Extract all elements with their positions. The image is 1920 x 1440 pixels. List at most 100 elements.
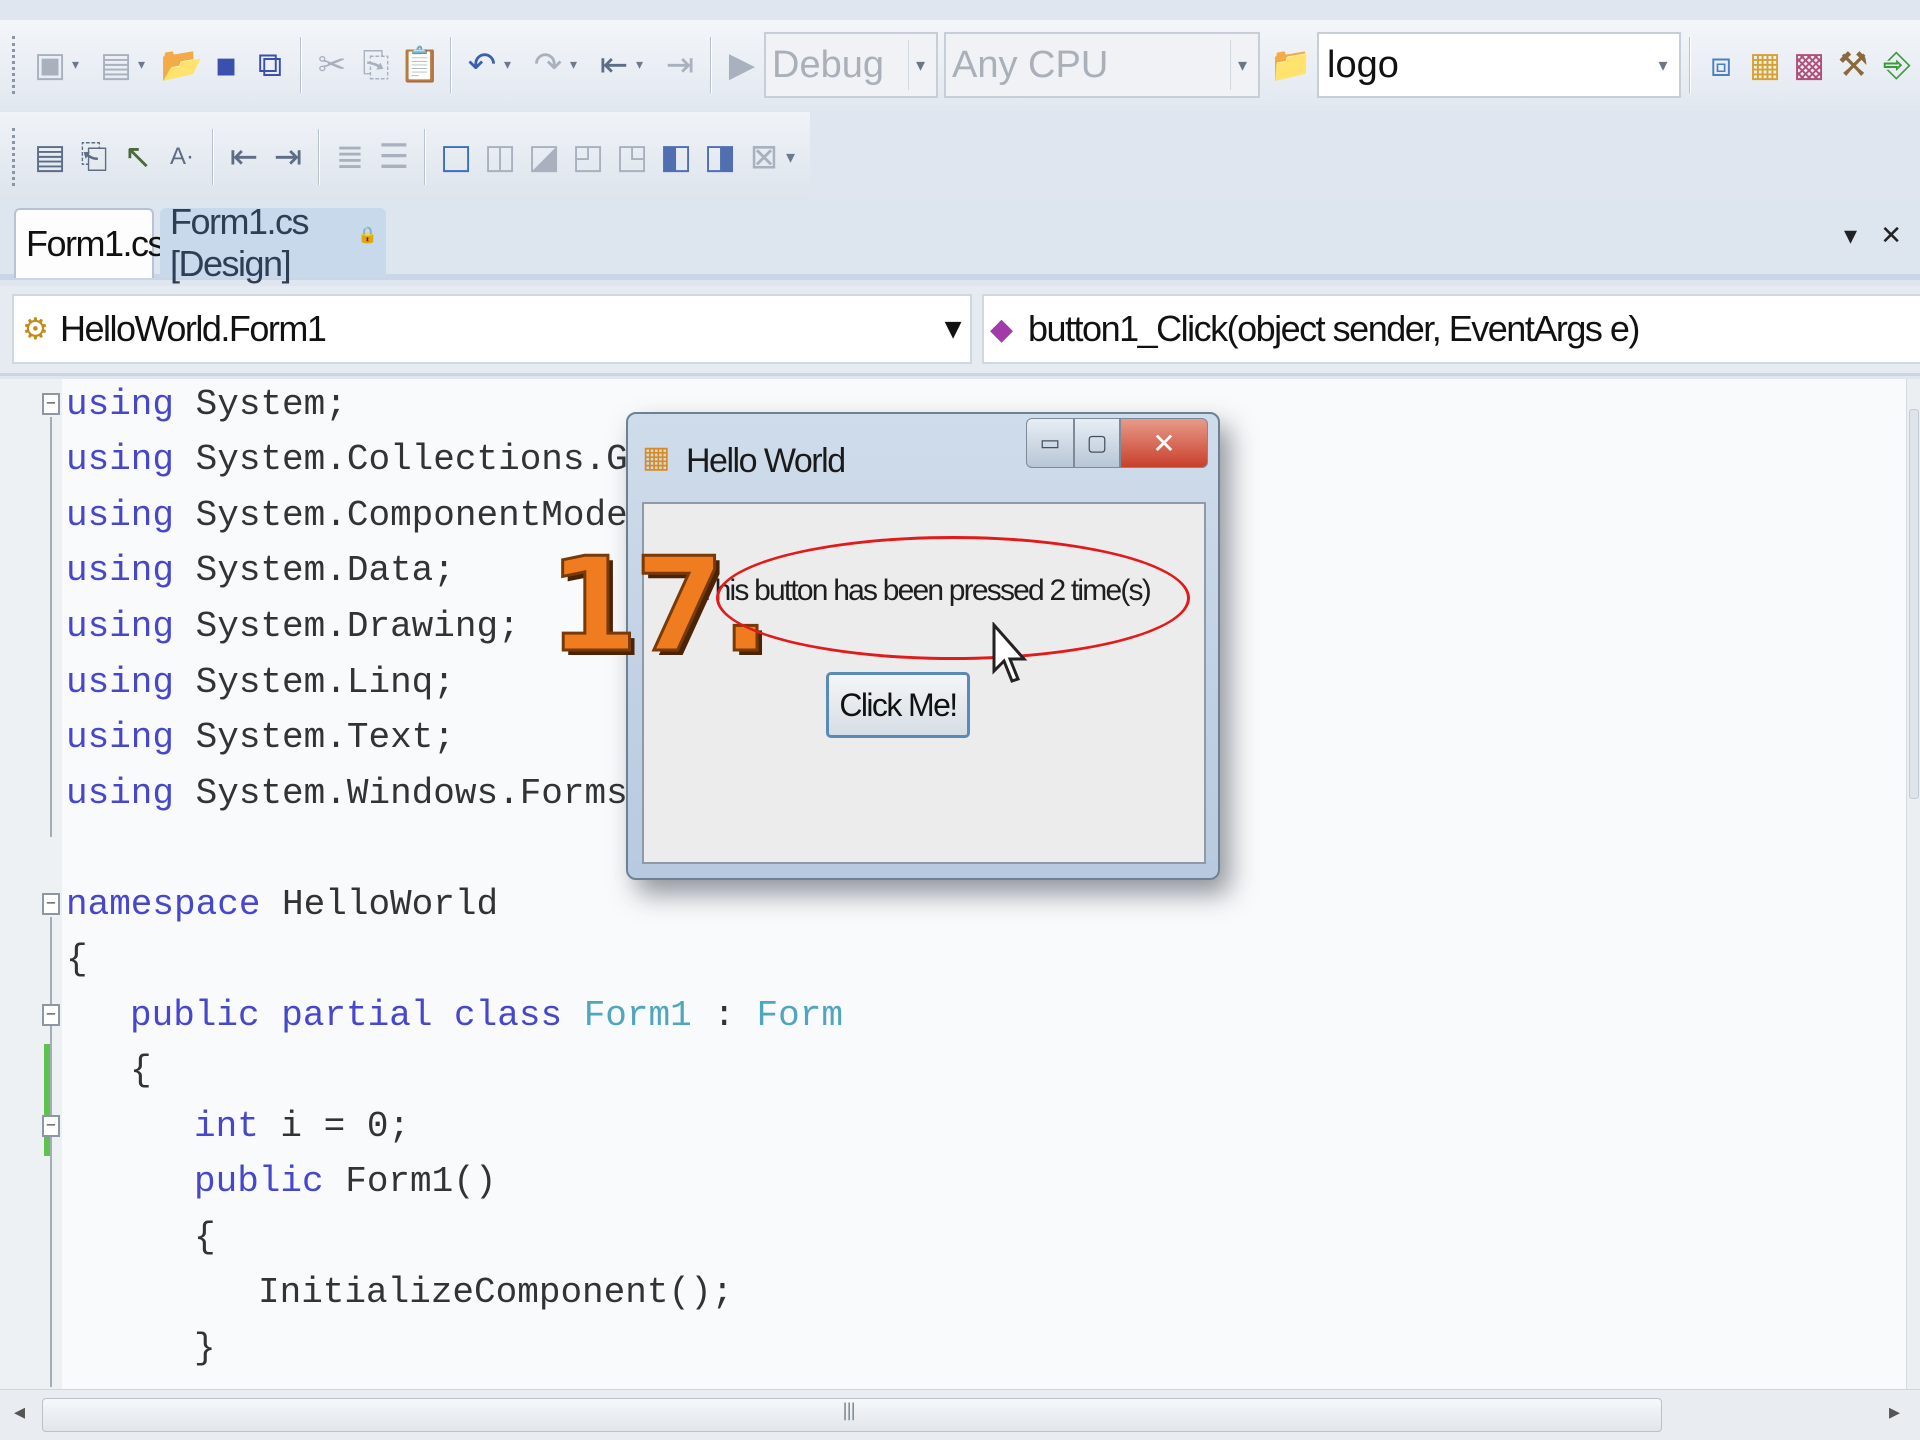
click-me-button[interactable]: Click Me! [826, 672, 970, 738]
uncomment-lines-icon[interactable]: ☰ [375, 134, 413, 180]
find-in-files-icon[interactable]: 📁 [1270, 42, 1312, 88]
scrollbar-thumb[interactable] [1909, 409, 1919, 799]
method-icon: ◆ [990, 311, 1013, 347]
start-debugging-icon[interactable]: ▶ [723, 42, 761, 88]
cut-icon[interactable]: ✂ [313, 42, 351, 88]
tab-form1-cs[interactable]: Form1.cs🔒 [14, 208, 188, 278]
paste-icon[interactable]: 📋 [399, 42, 441, 88]
code-line: { [194, 1214, 216, 1262]
code-text: System; [174, 384, 347, 425]
close-icon: ✕ [1152, 426, 1176, 460]
toggle-bookmark-icon[interactable]: □ [437, 134, 475, 180]
keyword: using [66, 439, 175, 480]
toolbar-separator [1689, 37, 1691, 93]
undo-icon[interactable]: ↶ [463, 42, 501, 88]
types-dropdown-value: HelloWorld.Form1 [60, 308, 327, 349]
next-bookmark-in-document-icon[interactable]: ◨ [701, 134, 739, 180]
find-combo[interactable]: logo ▾ [1317, 32, 1681, 98]
code-text: } [194, 1328, 216, 1369]
keyword: int [194, 1106, 259, 1147]
toolbar-separator [710, 37, 712, 93]
properties-window-icon[interactable]: ▦ [1746, 42, 1784, 88]
save-icon[interactable]: ▪ [207, 42, 245, 88]
collapse-icon[interactable]: − [42, 1115, 60, 1137]
code-line: using System.Text; [66, 714, 455, 762]
solution-platform-select[interactable]: Any CPU ▾ [944, 32, 1260, 98]
chevron-down-icon[interactable]: ▾ [1651, 40, 1675, 90]
maximize-button[interactable]: ▢ [1074, 418, 1120, 468]
clear-bookmarks-icon[interactable]: ⊠ [745, 134, 783, 180]
chevron-down-icon[interactable]: ▼ [945, 317, 962, 342]
increase-indent-icon[interactable]: ⇥ [269, 134, 307, 180]
keyword: using [66, 662, 175, 703]
code-line: using System; [66, 381, 347, 429]
toolbox-icon[interactable]: ⚒ [1834, 42, 1872, 88]
display-object-member-list-icon[interactable]: ▤ [31, 134, 69, 180]
chevron-down-icon[interactable]: ▾ [908, 40, 932, 90]
solution-configuration-select[interactable]: Debug ▾ [764, 32, 938, 98]
code-text: { [66, 939, 88, 980]
collapse-icon[interactable]: − [42, 393, 60, 415]
window-title: Hello World [686, 442, 846, 480]
active-files-dropdown-icon[interactable]: ▾ ✕ [1844, 220, 1910, 251]
new-project-icon[interactable]: ▣ [31, 42, 69, 88]
members-dropdown-value: button1_Click(object sender, EventArgs e… [1028, 308, 1640, 349]
new-project-dropdown-icon[interactable]: ▾ [72, 57, 86, 73]
previous-bookmark-in-folder-icon[interactable]: ◰ [569, 134, 607, 180]
previous-bookmark-icon[interactable]: ◫ [481, 134, 519, 180]
redo-dropdown-icon[interactable]: ▾ [570, 57, 584, 73]
add-item-dropdown-icon[interactable]: ▾ [138, 57, 152, 73]
toolbar-grip[interactable] [12, 128, 18, 186]
keyword: namespace [66, 884, 261, 925]
start-page-icon[interactable]: ⎆ [1878, 42, 1916, 88]
scrollbar-grip-icon: ||| [842, 1400, 856, 1421]
solution-configuration-value: Debug [772, 43, 884, 86]
toolbar-grip[interactable] [12, 36, 18, 94]
decrease-indent-icon[interactable]: ⇤ [225, 134, 263, 180]
display-parameter-info-icon[interactable]: ⎗ [75, 134, 113, 180]
scroll-right-icon[interactable]: ▸ [1889, 1400, 1900, 1425]
find-combo-value: logo [1327, 43, 1399, 86]
code-line: using System.Linq; [66, 659, 455, 707]
vertical-scrollbar[interactable] [1906, 379, 1920, 1389]
undo-dropdown-icon[interactable]: ▾ [504, 57, 518, 73]
horizontal-scrollbar[interactable]: ◂ ||| ▸ [0, 1389, 1920, 1440]
code-text: System.Drawing; [174, 606, 520, 647]
document-tab-strip: Form1.cs🔒 Form1.cs [Design] 🔒 ▾ ✕ [0, 200, 1920, 284]
code-line: public Form1() [194, 1158, 496, 1206]
toolbar-overflow-icon[interactable]: ▾ [786, 147, 800, 168]
chevron-down-icon[interactable]: ▾ [1230, 40, 1254, 90]
code-text: { [194, 1217, 216, 1258]
navigate-dropdown-icon[interactable]: ▾ [636, 57, 650, 73]
code-line: InitializeComponent(); [258, 1269, 733, 1317]
types-dropdown[interactable]: ⚙ HelloWorld.Form1 ▼ [12, 294, 972, 364]
collapse-icon[interactable]: − [42, 1004, 60, 1026]
minimize-button[interactable]: ▭ [1026, 418, 1074, 468]
display-quick-info-icon[interactable]: ↖ [119, 134, 157, 180]
comment-lines-icon[interactable]: ≣ [331, 134, 369, 180]
code-text: InitializeComponent(); [258, 1272, 734, 1313]
close-button[interactable]: ✕ [1120, 418, 1208, 468]
previous-bookmark-in-document-icon[interactable]: ◧ [657, 134, 695, 180]
object-browser-icon[interactable]: ▩ [1790, 42, 1828, 88]
next-bookmark-icon[interactable]: ◪ [525, 134, 563, 180]
tab-form1-cs-design[interactable]: Form1.cs [Design] 🔒 [160, 201, 386, 284]
members-dropdown[interactable]: ◆ button1_Click(object sender, EventArgs… [982, 294, 1920, 364]
open-file-icon[interactable]: 📂 [161, 42, 203, 88]
redo-icon[interactable]: ↷ [529, 42, 567, 88]
copy-icon[interactable]: ⎘ [357, 42, 395, 88]
save-all-icon[interactable]: ⧉ [251, 42, 289, 88]
solution-explorer-icon[interactable]: ⧈ [1702, 42, 1740, 88]
navigate-forward-icon[interactable]: ⇥ [661, 42, 699, 88]
add-item-icon[interactable]: ▤ [97, 42, 135, 88]
toolbar-separator [300, 37, 302, 93]
code-text: i = 0; [258, 1106, 411, 1147]
code-line: { [130, 1047, 152, 1095]
complete-word-icon[interactable]: A· [163, 134, 201, 180]
next-bookmark-in-folder-icon[interactable]: ◳ [613, 134, 651, 180]
navigate-backward-icon[interactable]: ⇤ [595, 42, 633, 88]
scroll-left-icon[interactable]: ◂ [14, 1400, 25, 1425]
collapse-icon[interactable]: − [42, 893, 60, 915]
code-text: HelloWorld [260, 884, 499, 925]
solution-platform-value: Any CPU [952, 43, 1109, 86]
